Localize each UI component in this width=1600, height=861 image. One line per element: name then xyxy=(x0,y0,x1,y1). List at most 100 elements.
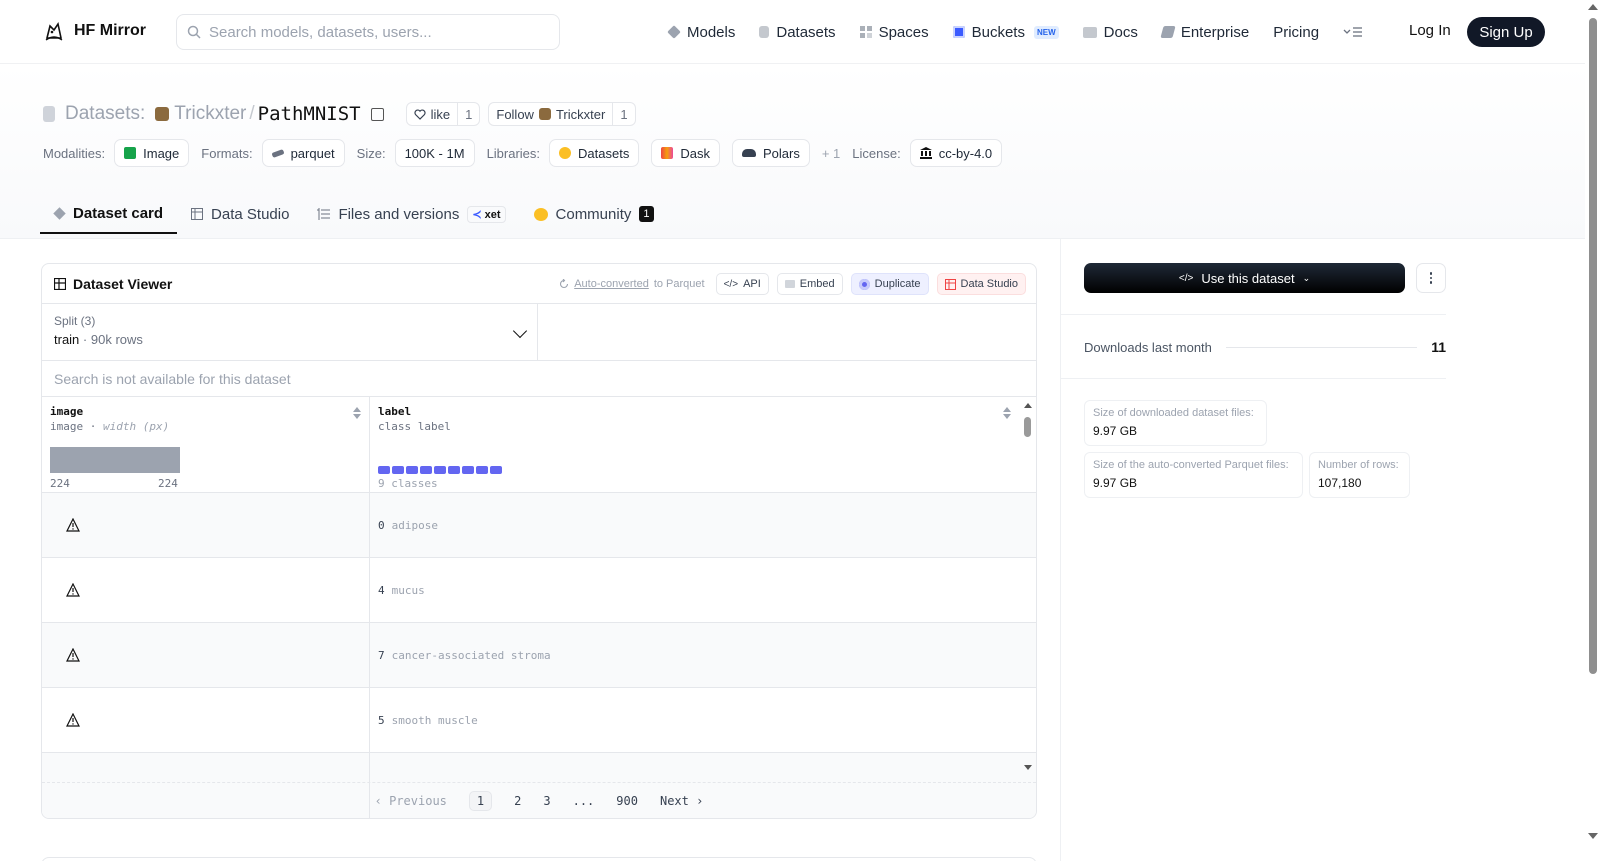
class-distribution[interactable] xyxy=(378,466,502,474)
page-3[interactable]: 3 xyxy=(543,794,550,808)
image-cell[interactable] xyxy=(42,688,370,752)
nav-models[interactable]: Models xyxy=(667,23,736,41)
label-cell[interactable]: 0 adipose xyxy=(370,493,1019,557)
warning-icon xyxy=(66,583,80,597)
class-segment[interactable] xyxy=(392,466,404,474)
stat-value: 9.97 GB xyxy=(1093,476,1138,490)
tab-data-studio[interactable]: Data Studio xyxy=(177,194,303,234)
more-libraries[interactable]: + 1 xyxy=(822,146,840,161)
page-last[interactable]: 900 xyxy=(616,794,638,808)
class-segment[interactable] xyxy=(490,466,502,474)
table-row[interactable]: 7 cancer-associated stroma xyxy=(42,623,1036,688)
signup-button[interactable]: Sign Up xyxy=(1467,17,1545,47)
embed-button[interactable]: Embed xyxy=(776,273,843,295)
image-cell[interactable] xyxy=(42,623,370,687)
class-segment[interactable] xyxy=(448,466,460,474)
scroll-up-icon[interactable] xyxy=(1024,403,1032,408)
nav-spaces[interactable]: Spaces xyxy=(859,24,929,41)
global-search[interactable] xyxy=(176,14,560,50)
more-menu-icon xyxy=(1343,27,1363,37)
library-datasets: Datasets xyxy=(578,145,630,161)
nav-more-menu[interactable] xyxy=(1343,26,1363,38)
hf-emoji-icon xyxy=(559,147,572,159)
tag-modality-image[interactable]: Image xyxy=(114,139,190,167)
tab-files[interactable]: Files and versions ≺ xet xyxy=(303,194,519,234)
image-icon xyxy=(124,147,137,159)
table-icon xyxy=(191,208,204,220)
nav-datasets[interactable]: Datasets xyxy=(759,24,836,41)
image-cell[interactable] xyxy=(42,493,370,557)
class-segment[interactable] xyxy=(476,466,488,474)
tab-community[interactable]: Community 1 xyxy=(520,194,668,234)
split-rows: 90k rows xyxy=(90,332,143,347)
column-name: label xyxy=(378,405,412,418)
table-scrollbar[interactable] xyxy=(1020,397,1036,776)
column-header-image[interactable]: image image · width (px) 224 224 xyxy=(42,397,370,492)
data-studio-button[interactable]: Data Studio xyxy=(936,273,1026,295)
nav-docs[interactable]: Docs xyxy=(1082,24,1138,41)
auto-converted-link[interactable]: Auto-converted xyxy=(574,278,649,290)
scroll-up-icon[interactable] xyxy=(1588,4,1598,10)
tag-format-parquet[interactable]: parquet xyxy=(261,139,345,167)
tag-library-polars[interactable]: Polars xyxy=(731,139,810,167)
nav-buckets-label: Buckets xyxy=(971,23,1025,41)
class-segment[interactable] xyxy=(378,466,390,474)
table-row[interactable]: 0 adipose xyxy=(42,493,1036,558)
follow-button[interactable]: Follow Trickxter 1 xyxy=(488,102,636,126)
brand-logo[interactable]: HF Mirror xyxy=(43,20,146,42)
downloads-value: 11 xyxy=(1431,339,1446,355)
tag-size[interactable]: 100K - 1M xyxy=(394,139,475,167)
search-input[interactable] xyxy=(209,23,539,41)
tag-library-dask[interactable]: Dask xyxy=(651,139,720,167)
sort-icon[interactable] xyxy=(353,407,361,419)
repo-type-label[interactable]: Datasets: xyxy=(65,103,145,125)
label-cell[interactable]: 7 cancer-associated stroma xyxy=(370,623,1019,687)
tab-dataset-card[interactable]: Dataset card xyxy=(40,194,178,234)
column-header-label[interactable]: label class label 9 classes xyxy=(370,397,1019,492)
like-button[interactable]: like 1 xyxy=(405,102,481,126)
tag-library-datasets[interactable]: Datasets xyxy=(549,139,640,167)
next-page[interactable]: Next › xyxy=(660,794,703,808)
copy-icon[interactable] xyxy=(370,107,384,121)
chevron-down-icon: ⌄ xyxy=(1302,272,1311,283)
class-segment[interactable] xyxy=(420,466,432,474)
repo-owner[interactable]: Trickxter xyxy=(174,103,246,125)
class-segment[interactable] xyxy=(462,466,474,474)
nav-enterprise[interactable]: Enterprise xyxy=(1160,24,1249,41)
page-scrollbar[interactable] xyxy=(1585,0,1600,861)
scroll-thumb[interactable] xyxy=(1024,417,1031,437)
table-row[interactable]: 4 mucus xyxy=(42,558,1036,623)
page-2[interactable]: 2 xyxy=(514,794,521,808)
label-name: mucus xyxy=(391,583,425,597)
scroll-thumb[interactable] xyxy=(1589,18,1597,674)
use-dataset-button[interactable]: </> Use this dataset ⌄ xyxy=(1084,263,1405,293)
width-histogram[interactable] xyxy=(50,447,180,473)
duplicate-button[interactable]: Duplicate xyxy=(850,273,929,295)
nav-pricing[interactable]: Pricing xyxy=(1273,24,1319,41)
prev-page[interactable]: ‹ Previous xyxy=(375,794,447,808)
label-cell[interactable]: 4 mucus xyxy=(370,558,1019,622)
nav-buckets[interactable]: Buckets NEW xyxy=(952,23,1059,41)
label-id: 7 xyxy=(378,648,385,662)
nav-models-label: Models xyxy=(687,23,736,41)
split-selector[interactable]: Split (3) train · 90k rows xyxy=(42,304,538,360)
page-1[interactable]: 1 xyxy=(468,790,493,811)
stat-value: 107,180 xyxy=(1318,476,1362,490)
class-segment[interactable] xyxy=(406,466,418,474)
class-segment[interactable] xyxy=(434,466,446,474)
image-cell[interactable] xyxy=(42,558,370,622)
prev-label: Previous xyxy=(389,793,447,808)
duplicate-label: Duplicate xyxy=(874,278,921,290)
scroll-down-icon[interactable] xyxy=(1024,765,1032,770)
repo-title: Datasets: Trickxter / PathMNIST like 1 F… xyxy=(43,101,644,127)
repo-name[interactable]: PathMNIST xyxy=(258,103,361,125)
login-link[interactable]: Log In xyxy=(1409,22,1451,39)
sort-icon[interactable] xyxy=(1003,407,1011,419)
api-button[interactable]: </> API xyxy=(715,273,769,295)
search-unavailable: Search is not available for this dataset xyxy=(42,361,1036,397)
tag-license[interactable]: cc-by-4.0 xyxy=(909,139,1003,167)
scroll-down-icon[interactable] xyxy=(1588,833,1598,839)
label-cell[interactable]: 5 smooth muscle xyxy=(370,688,1019,752)
more-options-button[interactable] xyxy=(1416,263,1446,293)
table-row[interactable]: 5 smooth muscle xyxy=(42,688,1036,753)
